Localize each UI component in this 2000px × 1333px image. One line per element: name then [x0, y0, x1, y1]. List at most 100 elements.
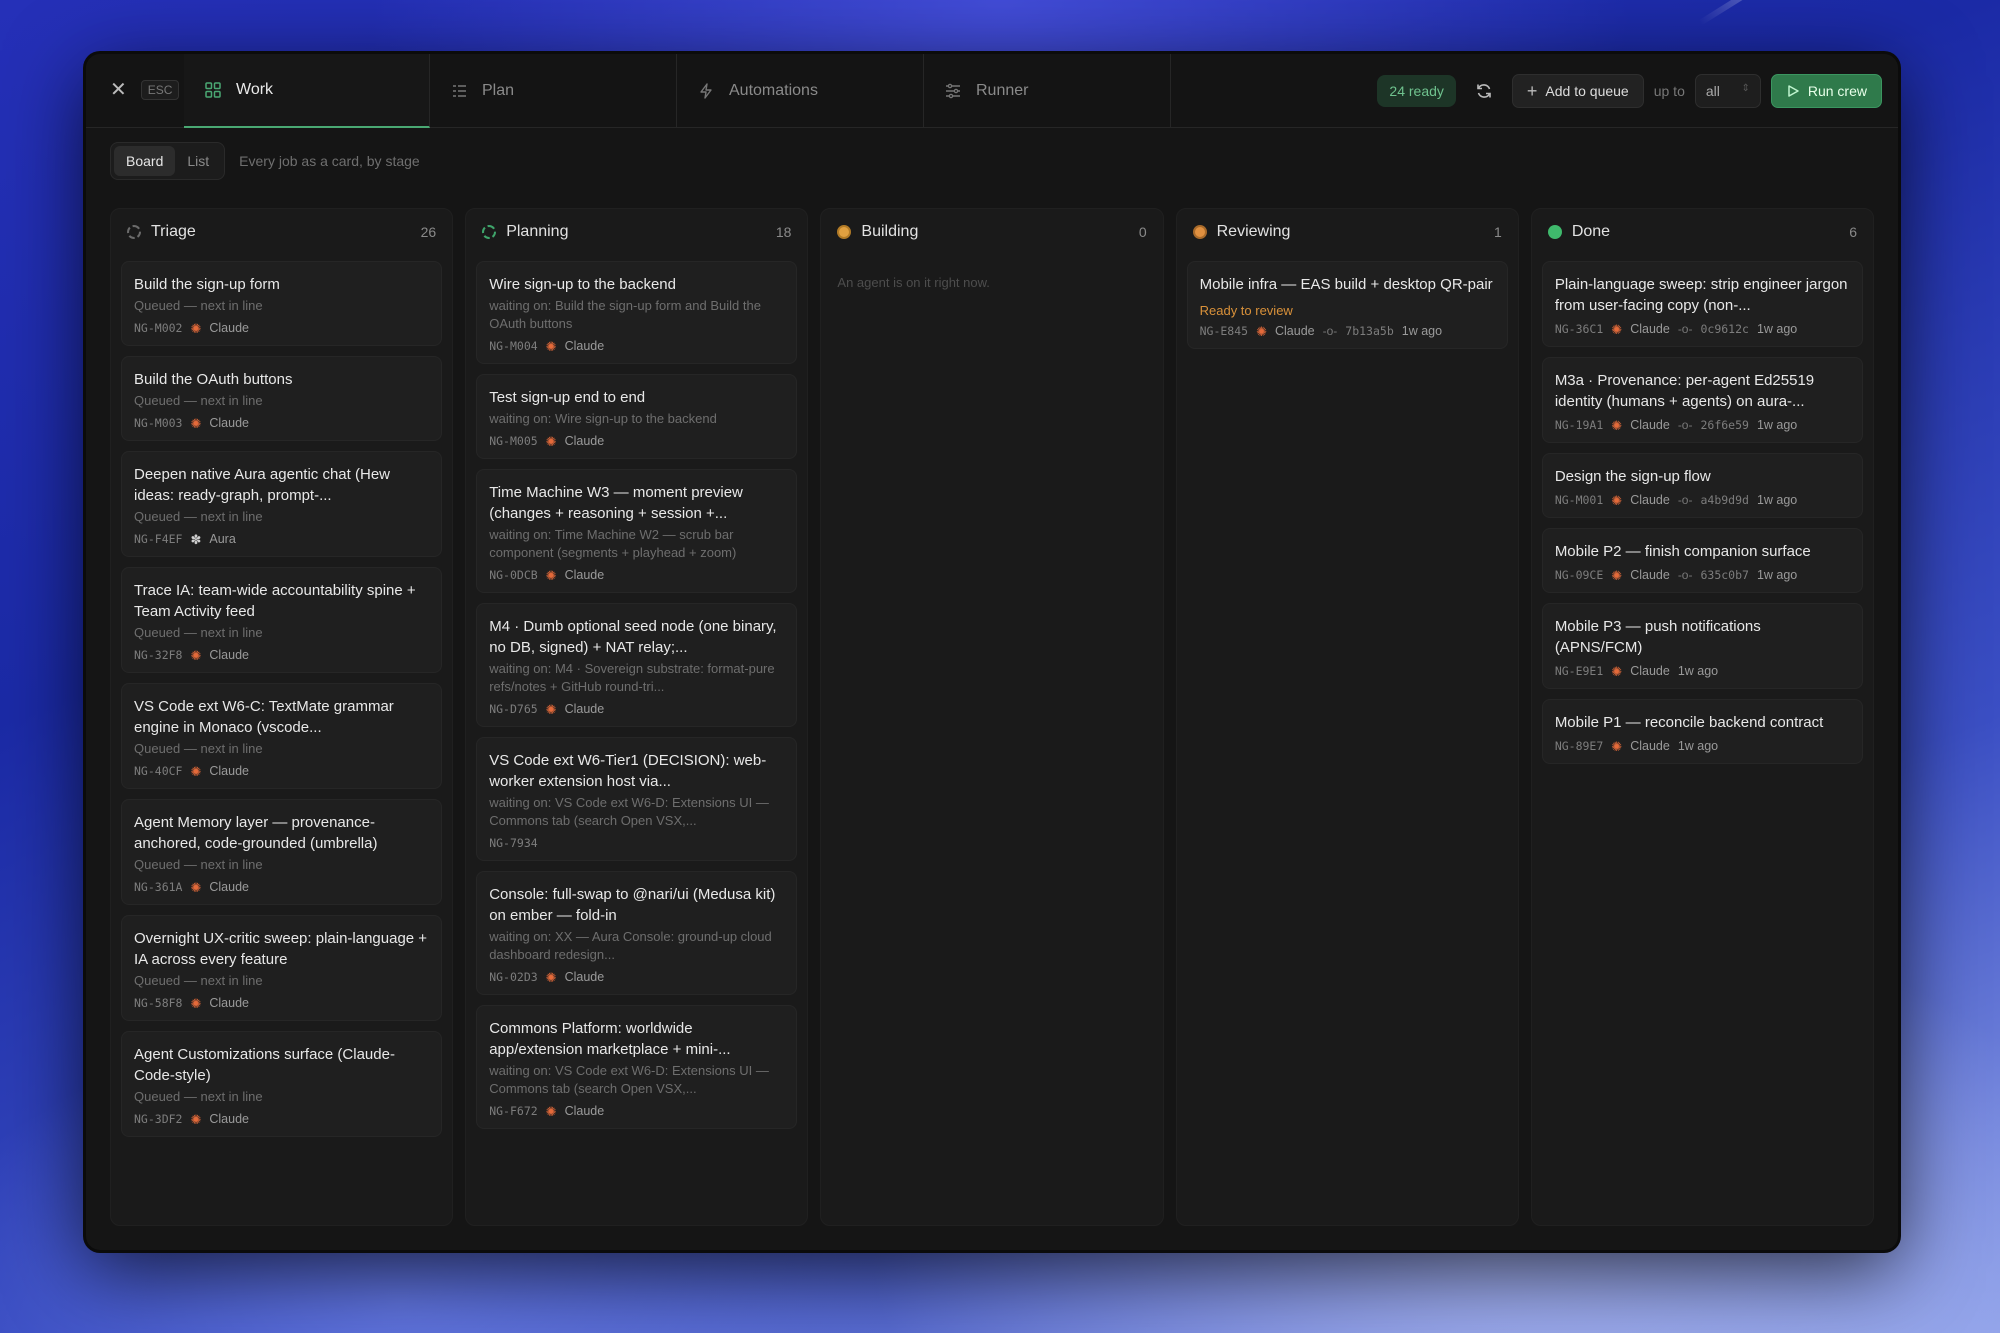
- updated-time: 1w ago: [1756, 322, 1798, 336]
- job-id: NG-F672: [489, 1104, 538, 1118]
- tab-automations[interactable]: Automations: [677, 54, 924, 128]
- job-title: Build the OAuth buttons: [134, 371, 293, 388]
- job-title: Deepen native Aura agentic chat (Hew ide…: [134, 466, 390, 504]
- job-card[interactable]: Commons Platform: worldwide app/extensio…: [476, 1005, 798, 1129]
- agent-name: Claude: [1630, 568, 1670, 582]
- job-meta: NG-M005 ✺ Claude: [489, 434, 784, 448]
- job-card[interactable]: Deepen native Aura agentic chat (Hew ide…: [121, 451, 443, 557]
- job-title: Trace IA: team-wide accountability spine…: [134, 582, 416, 620]
- agent-name: Claude: [209, 880, 249, 894]
- claude-agent-icon: ✺: [190, 320, 202, 336]
- job-card[interactable]: Agent Customizations surface (Claude-Cod…: [121, 1031, 443, 1137]
- view-toggle: Board List: [110, 142, 226, 180]
- agent-name: Claude: [209, 996, 249, 1010]
- commit-icon: -o-: [1677, 418, 1693, 432]
- lightning-icon: [700, 83, 712, 99]
- job-id: NG-361A: [134, 880, 183, 894]
- claude-agent-icon: ✺: [1611, 663, 1623, 679]
- column-count: 18: [775, 224, 792, 240]
- job-card[interactable]: Mobile P3 — push notifications (APNS/FCM…: [1541, 603, 1864, 689]
- tab-work[interactable]: Work: [184, 54, 430, 128]
- job-card[interactable]: Design the sign-up flow NG-M001 ✺ Claude -…: [1541, 453, 1864, 518]
- column-title: Done: [1547, 223, 1610, 241]
- job-id: NG-M003: [134, 416, 183, 430]
- tab-runner[interactable]: Runner: [924, 54, 1171, 128]
- up-to-label: up to: [1653, 83, 1685, 99]
- job-title: Agent Customizations surface (Claude-Cod…: [134, 1046, 395, 1084]
- job-card[interactable]: Wire sign-up to the backend waiting on: …: [476, 261, 798, 364]
- job-dependency: Queued — next in line: [134, 625, 263, 640]
- job-id: NG-02D3: [489, 970, 538, 984]
- claude-agent-icon: ✺: [190, 1111, 202, 1127]
- job-title: Mobile P3 — push notifications (APNS/FCM…: [1554, 618, 1761, 656]
- job-card[interactable]: Build the sign-up form Queued — next in …: [121, 261, 443, 346]
- tab-plan[interactable]: Plan: [430, 54, 677, 128]
- job-id: NG-E9E1: [1554, 664, 1604, 678]
- job-title: Console: full-swap to @nari/ui (Medusa k…: [489, 886, 776, 924]
- agent-name: Claude: [1630, 493, 1670, 507]
- column-title-label: Planning: [506, 223, 569, 240]
- job-id: NG-M005: [489, 434, 538, 448]
- job-meta: NG-09CE ✺ Claude -o- 635c0b7 1w ago: [1555, 568, 1850, 582]
- job-title: Plain-language sweep: strip engineer jar…: [1554, 276, 1848, 314]
- refresh-icon[interactable]: [1466, 73, 1502, 109]
- claude-agent-icon: ✺: [1611, 738, 1623, 754]
- job-card[interactable]: Agent Memory layer — provenance-anchored…: [121, 799, 443, 905]
- job-card[interactable]: Overnight UX-critic sweep: plain-languag…: [121, 915, 443, 1021]
- job-title: M3a · Provenance: per-agent Ed25519 iden…: [1554, 372, 1815, 410]
- job-card[interactable]: Trace IA: team-wide accountability spine…: [121, 567, 443, 673]
- column-header: Planning 18: [476, 209, 797, 255]
- agent-name: Claude: [1630, 418, 1670, 432]
- column-planning: Planning 18 Wire sign-up to the backend …: [465, 208, 809, 1226]
- job-id: NG-58F8: [134, 996, 183, 1010]
- commit-icon: -o-: [1677, 322, 1693, 336]
- board-view-button[interactable]: Board: [114, 146, 176, 176]
- job-card[interactable]: VS Code ext W6-Tier1 (DECISION): web-wor…: [476, 737, 798, 861]
- job-dependency: Queued — next in line: [134, 393, 263, 408]
- job-card[interactable]: Mobile infra — EAS build + desktop QR-pa…: [1186, 261, 1508, 349]
- job-card[interactable]: Mobile P1 — reconcile backend contract N…: [1541, 699, 1864, 764]
- job-meta: NG-19A1 ✺ Claude -o- 26f6e59 1w ago: [1555, 418, 1850, 432]
- job-dependency: Queued — next in line: [134, 973, 263, 988]
- job-card[interactable]: M3a · Provenance: per-agent Ed25519 iden…: [1541, 357, 1864, 443]
- job-title: Design the sign-up flow: [1554, 468, 1711, 485]
- commit-hash: a4b9d9d: [1700, 493, 1749, 507]
- close-icon[interactable]: ✕: [110, 80, 127, 100]
- job-card[interactable]: Build the OAuth buttons Queued — next in…: [121, 356, 443, 441]
- work-window: ✕ ESC Work Plan Automations Runner 24 re…: [86, 54, 1898, 1250]
- job-card[interactable]: Mobile P2 — finish companion surface NG-…: [1541, 528, 1864, 593]
- agent-name: Claude: [1630, 322, 1670, 336]
- claude-agent-icon: ✺: [545, 701, 557, 717]
- job-card[interactable]: Console: full-swap to @nari/ui (Medusa k…: [476, 871, 798, 995]
- job-id: NG-7934: [489, 836, 538, 850]
- job-meta: NG-0DCB ✺ Claude: [489, 568, 784, 582]
- column-reviewing: Reviewing 1 Mobile infra — EAS build + d…: [1175, 208, 1519, 1226]
- list-view-button[interactable]: List: [175, 146, 221, 176]
- job-dependency: waiting on: Wire sign-up to the backend: [489, 411, 717, 426]
- ready-count-badge: 24 ready: [1377, 75, 1456, 107]
- add-to-queue-button[interactable]: + Add to queue: [1511, 74, 1644, 108]
- job-card[interactable]: VS Code ext W6-C: TextMate grammar engin…: [121, 683, 443, 789]
- column-count: 6: [1849, 224, 1858, 240]
- job-card[interactable]: Test sign-up end to end waiting on: Wire…: [476, 374, 798, 459]
- agent-name: Claude: [209, 1112, 249, 1126]
- job-id: NG-M002: [134, 321, 183, 335]
- job-title: Test sign-up end to end: [489, 389, 646, 406]
- claude-agent-icon: ✺: [190, 647, 202, 663]
- stepper-icon: ⇕: [1741, 83, 1750, 94]
- job-card[interactable]: Time Machine W3 — moment preview (change…: [476, 469, 798, 593]
- run-crew-button[interactable]: Run crew: [1770, 74, 1882, 108]
- claude-agent-icon: ✺: [190, 415, 202, 431]
- updated-time: 1w ago: [1756, 418, 1798, 432]
- job-meta: NG-F672 ✺ Claude: [489, 1104, 784, 1118]
- stage-status-icon: [837, 225, 852, 239]
- agent-name: Claude: [209, 648, 249, 662]
- column-triage: Triage 26 Build the sign-up form Queued …: [110, 208, 454, 1226]
- job-dependency: waiting on: VS Code ext W6-D: Extensions…: [489, 1063, 769, 1096]
- job-meta: NG-E9E1 ✺ Claude 1w ago: [1555, 664, 1850, 678]
- run-crew-label: Run crew: [1807, 83, 1867, 99]
- up-to-select[interactable]: all ⇕: [1694, 74, 1761, 108]
- job-card[interactable]: Plain-language sweep: strip engineer jar…: [1541, 261, 1864, 347]
- job-id: NG-M004: [489, 339, 538, 353]
- job-card[interactable]: M4 · Dumb optional seed node (one binary…: [476, 603, 798, 727]
